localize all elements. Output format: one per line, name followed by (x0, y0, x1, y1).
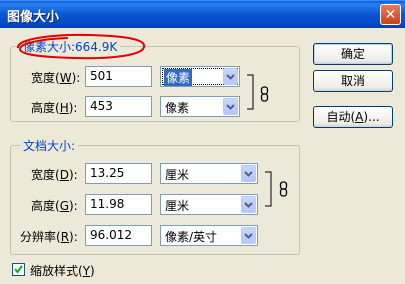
pixel-height-unit-select[interactable]: 像素 (160, 96, 240, 117)
chevron-down-icon[interactable] (241, 196, 256, 213)
window-title: 图像大小 (7, 10, 60, 25)
link-icon (260, 86, 269, 102)
pixel-dimensions-legend: 像素大小:664.9K (20, 38, 121, 55)
resolution-unit-select[interactable]: 像素/英寸 (160, 225, 258, 246)
pixel-width-unit-select[interactable]: 像素 (160, 66, 240, 87)
chevron-down-icon[interactable] (241, 227, 256, 244)
constrain-bracket (247, 74, 254, 110)
ok-button[interactable]: 确定 (313, 43, 393, 65)
constrain-bracket (265, 171, 272, 207)
pixel-height-input[interactable]: 453 (85, 96, 152, 117)
resolution-input[interactable]: 96.012 (85, 225, 152, 246)
title-bar[interactable]: 图像大小 ✕ (0, 0, 405, 28)
doc-height-label: 高度(G): (31, 199, 78, 213)
auto-button[interactable]: 自动(A)... (313, 106, 393, 128)
pixel-width-input[interactable]: 501 (85, 66, 152, 87)
checkmark-icon (14, 265, 23, 274)
pixel-height-label: 高度(H): (31, 101, 78, 115)
chevron-down-icon[interactable] (223, 68, 238, 85)
doc-width-label: 宽度(D): (31, 168, 78, 182)
link-icon (279, 181, 288, 197)
cancel-button[interactable]: 取消 (313, 70, 393, 92)
scale-styles-label: 缩放样式(Y) (30, 264, 95, 278)
chevron-down-icon[interactable] (241, 165, 256, 182)
doc-height-unit-select[interactable]: 厘米 (160, 194, 258, 215)
close-icon: ✕ (384, 6, 397, 23)
close-button[interactable]: ✕ (380, 4, 401, 25)
document-size-legend: 文档大小: (20, 137, 79, 154)
doc-height-input[interactable]: 11.98 (85, 194, 152, 215)
scale-styles-checkbox[interactable] (12, 263, 25, 276)
chevron-down-icon[interactable] (223, 98, 238, 115)
pixel-width-label: 宽度(W): (31, 71, 81, 85)
resolution-label: 分辨率(R): (20, 230, 78, 244)
doc-width-input[interactable]: 13.25 (85, 163, 152, 184)
doc-width-unit-select[interactable]: 厘米 (160, 163, 258, 184)
